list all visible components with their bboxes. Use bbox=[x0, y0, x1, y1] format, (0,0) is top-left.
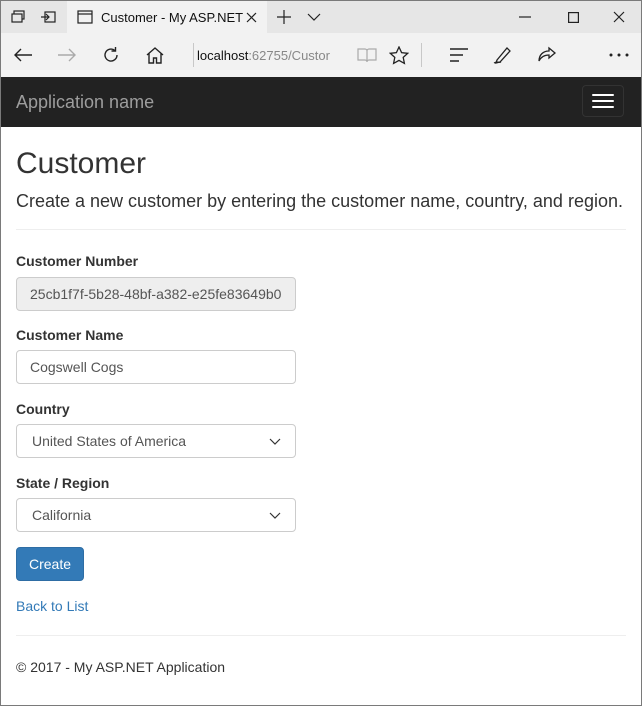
back-to-list-link[interactable]: Back to List bbox=[16, 598, 88, 614]
tabs-preview-icon[interactable] bbox=[7, 1, 29, 33]
customer-number-field[interactable]: 25cb1f7f-5b28-48bf-a382-e25fe83649b0 bbox=[16, 277, 296, 311]
back-icon[interactable] bbox=[1, 33, 45, 77]
tab-strip: Customer - My ASP.NET bbox=[1, 1, 641, 33]
hamburger-bar bbox=[592, 100, 614, 102]
footer-text: © 2017 - My ASP.NET Application bbox=[16, 659, 226, 675]
tab-list-chevron-icon[interactable] bbox=[303, 1, 325, 33]
close-tab-icon[interactable] bbox=[243, 9, 259, 25]
home-icon[interactable] bbox=[133, 33, 177, 77]
new-tab-icon[interactable] bbox=[273, 1, 295, 33]
page-lead: Create a new customer by entering the cu… bbox=[16, 191, 623, 211]
favorite-star-icon[interactable] bbox=[377, 33, 421, 77]
customer-name-field[interactable]: Cogswell Cogs bbox=[16, 350, 296, 384]
app-navbar: Application name bbox=[1, 77, 641, 127]
set-aside-tabs-icon[interactable] bbox=[37, 1, 59, 33]
country-select[interactable]: United States of America bbox=[16, 424, 296, 458]
minimize-icon[interactable] bbox=[505, 1, 545, 33]
more-icon[interactable] bbox=[597, 33, 641, 77]
hamburger-bar bbox=[592, 106, 614, 108]
separator bbox=[421, 43, 422, 67]
url-field[interactable]: localhost:62755/Custor bbox=[197, 42, 337, 68]
main-content: Customer Create a new customer by enteri… bbox=[16, 127, 626, 675]
page-title: Customer bbox=[16, 147, 147, 180]
browser-window: Customer - My ASP.NET localhost:62755/C… bbox=[0, 0, 642, 706]
address-bar-row: localhost:62755/Custor bbox=[1, 33, 641, 77]
url-host: localhost bbox=[197, 47, 249, 63]
region-selected-value: California bbox=[32, 507, 92, 523]
create-button[interactable]: Create bbox=[16, 547, 84, 581]
tab-title: Customer - My ASP.NET bbox=[101, 9, 244, 25]
country-label: Country bbox=[16, 401, 70, 417]
hub-icon[interactable] bbox=[437, 33, 481, 77]
separator bbox=[193, 43, 194, 67]
customer-name-label: Customer Name bbox=[16, 327, 124, 343]
close-window-icon[interactable] bbox=[599, 1, 639, 33]
forward-icon[interactable] bbox=[45, 33, 89, 77]
brand-link[interactable]: Application name bbox=[16, 92, 154, 113]
region-label: State / Region bbox=[16, 475, 110, 491]
hamburger-bar bbox=[592, 94, 614, 96]
chevron-down-icon bbox=[269, 438, 281, 445]
refresh-icon[interactable] bbox=[89, 33, 133, 77]
page-icon bbox=[77, 10, 93, 24]
chevron-down-icon bbox=[269, 512, 281, 519]
divider bbox=[16, 635, 626, 636]
customer-number-label: Customer Number bbox=[16, 253, 139, 269]
menu-toggle-button[interactable] bbox=[582, 85, 624, 117]
country-selected-value: United States of America bbox=[32, 433, 187, 449]
url-path: :62755/Custor bbox=[248, 47, 330, 63]
web-note-icon[interactable] bbox=[481, 33, 525, 77]
maximize-icon[interactable] bbox=[553, 1, 593, 33]
share-icon[interactable] bbox=[525, 33, 569, 77]
divider bbox=[16, 229, 626, 230]
region-select[interactable]: California bbox=[16, 498, 296, 532]
active-tab[interactable]: Customer - My ASP.NET bbox=[67, 1, 267, 33]
